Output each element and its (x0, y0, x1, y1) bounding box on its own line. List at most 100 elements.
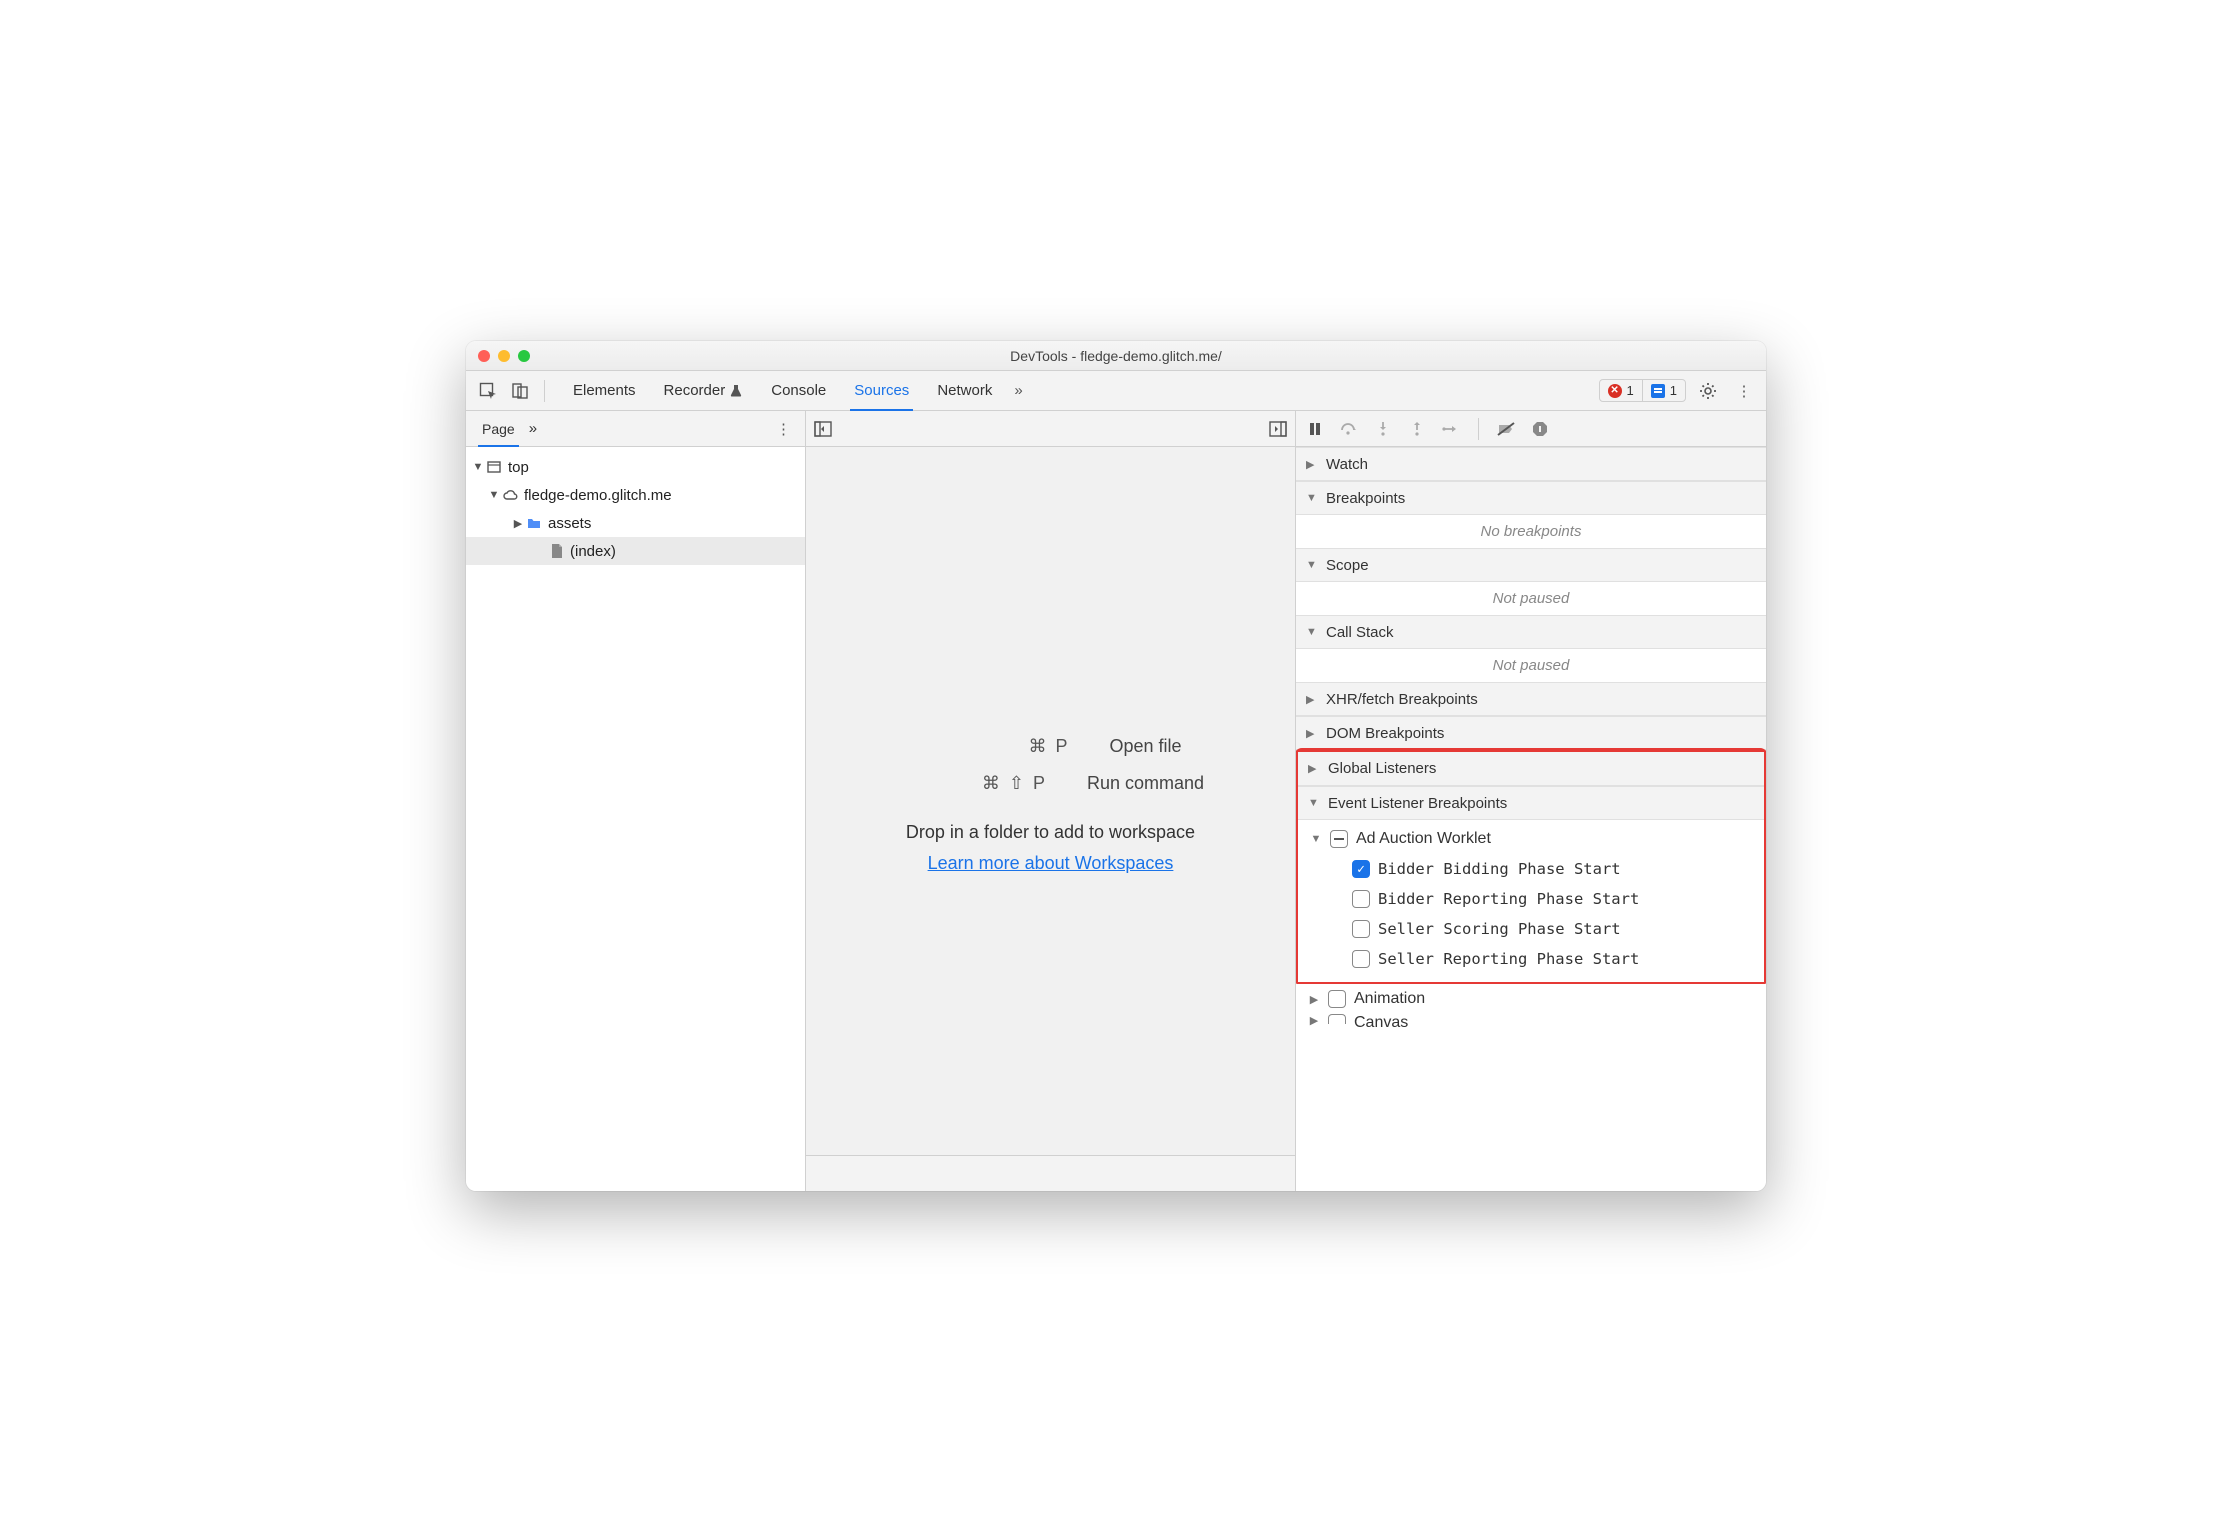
tree-folder-label: assets (548, 515, 591, 532)
show-debugger-icon[interactable] (1269, 421, 1287, 437)
disclosure-triangle-icon: ▼ (1308, 797, 1320, 809)
disclosure-triangle-icon: ▼ (1306, 626, 1318, 638)
step-icon[interactable] (1442, 422, 1460, 436)
step-over-icon[interactable] (1340, 422, 1358, 436)
navigator-tabs: Page » ⋮ (466, 411, 805, 447)
shortcut-desc: Open file (1109, 736, 1181, 757)
error-icon: ✕ (1608, 384, 1622, 398)
navigator-more-tabs-icon[interactable]: » (529, 420, 537, 437)
tree-file-index[interactable]: (index) (466, 537, 805, 565)
elb-item-label: Bidder Reporting Phase Start (1378, 890, 1639, 908)
disclosure-triangle-icon: ▼ (1306, 559, 1318, 571)
step-into-icon[interactable] (1374, 421, 1392, 437)
navigator-panel: Page » ⋮ ▼ top ▼ fledge-demo.glitch.me ▶ (466, 411, 806, 1191)
more-tabs-icon[interactable]: » (1006, 382, 1030, 399)
editor-toolbar (806, 411, 1295, 447)
window-title: DevTools - fledge-demo.glitch.me/ (466, 348, 1766, 364)
file-tree: ▼ top ▼ fledge-demo.glitch.me ▶ assets (466, 447, 805, 571)
separator (1478, 418, 1479, 440)
elb-group-canvas[interactable]: ▶ Canvas (1296, 1014, 1766, 1032)
tab-recorder-label: Recorder (664, 382, 726, 399)
section-label: Event Listener Breakpoints (1328, 795, 1507, 812)
messages-pill[interactable]: 1 (1642, 380, 1685, 401)
callstack-empty: Not paused (1296, 649, 1766, 682)
tab-elements[interactable]: Elements (559, 371, 650, 411)
tree-domain-label: fledge-demo.glitch.me (524, 487, 672, 504)
tab-recorder[interactable]: Recorder (650, 371, 758, 411)
elb-group-label: Ad Auction Worklet (1356, 830, 1491, 848)
editor-placeholder: ⌘ P Open file ⌘ ⇧ P Run command Drop in … (806, 447, 1295, 1155)
workspace-drop-hint: Drop in a folder to add to workspace (906, 822, 1195, 843)
section-label: Breakpoints (1326, 490, 1405, 507)
tree-domain[interactable]: ▼ fledge-demo.glitch.me (466, 481, 805, 509)
folder-icon (526, 515, 542, 531)
navigator-tab-page[interactable]: Page (474, 411, 523, 447)
scope-empty: Not paused (1296, 582, 1766, 615)
tree-top-frame[interactable]: ▼ top (466, 453, 805, 481)
pause-on-exceptions-icon[interactable] (1531, 421, 1549, 437)
elb-item-bidder-bidding[interactable]: Bidder Bidding Phase Start (1298, 854, 1764, 884)
workspaces-learn-more-link[interactable]: Learn more about Workspaces (928, 853, 1174, 874)
debugger-controls (1296, 411, 1766, 447)
section-watch[interactable]: ▶ Watch (1296, 447, 1766, 481)
deactivate-breakpoints-icon[interactable] (1497, 422, 1515, 436)
section-xhr-breakpoints[interactable]: ▶ XHR/fetch Breakpoints (1296, 682, 1766, 716)
section-global-listeners[interactable]: ▶ Global Listeners (1298, 752, 1764, 786)
inspect-element-icon[interactable] (474, 377, 502, 405)
editor-footer (806, 1155, 1295, 1191)
panel-tabs: Elements Recorder Console Sources Networ… (559, 371, 1031, 411)
frame-icon (486, 459, 502, 475)
pause-icon[interactable] (1306, 422, 1324, 436)
checkbox-icon[interactable] (1352, 920, 1370, 938)
disclosure-triangle-icon: ▶ (1308, 762, 1320, 775)
elb-item-bidder-reporting[interactable]: Bidder Reporting Phase Start (1298, 884, 1764, 914)
more-options-icon[interactable]: ⋮ (1730, 377, 1758, 405)
checkbox-checked-icon[interactable] (1352, 860, 1370, 878)
section-dom-breakpoints[interactable]: ▶ DOM Breakpoints (1296, 716, 1766, 750)
issue-counter[interactable]: ✕ 1 1 (1599, 379, 1686, 402)
disclosure-triangle-icon: ▶ (512, 517, 524, 530)
checkbox-icon[interactable] (1352, 890, 1370, 908)
flask-icon (729, 384, 743, 398)
checkbox-icon[interactable] (1328, 1014, 1346, 1024)
file-icon (550, 543, 564, 559)
section-event-listener-breakpoints[interactable]: ▼ Event Listener Breakpoints (1298, 786, 1764, 820)
breakpoints-empty: No breakpoints (1296, 515, 1766, 548)
elb-group-label: Animation (1354, 990, 1425, 1008)
disclosure-triangle-icon: ▶ (1308, 993, 1320, 1006)
show-navigator-icon[interactable] (814, 421, 832, 437)
elb-group-animation[interactable]: ▶ Animation (1296, 984, 1766, 1014)
elb-group-ad-auction-worklet[interactable]: ▼ Ad Auction Worklet (1298, 824, 1764, 854)
shortcut-run-command: ⌘ ⇧ P Run command (897, 773, 1204, 794)
cloud-icon (502, 487, 518, 503)
tree-folder-assets[interactable]: ▶ assets (466, 509, 805, 537)
elb-item-seller-reporting[interactable]: Seller Reporting Phase Start (1298, 944, 1764, 974)
elb-item-seller-scoring[interactable]: Seller Scoring Phase Start (1298, 914, 1764, 944)
elb-group-label: Canvas (1354, 1014, 1408, 1032)
step-out-icon[interactable] (1408, 421, 1426, 437)
tab-console[interactable]: Console (757, 371, 840, 411)
toolbar-right: ✕ 1 1 ⋮ (1599, 377, 1758, 405)
section-label: DOM Breakpoints (1326, 725, 1444, 742)
tab-network[interactable]: Network (923, 371, 1006, 411)
disclosure-triangle-icon: ▼ (1310, 833, 1322, 845)
checkbox-icon[interactable] (1328, 990, 1346, 1008)
section-scope[interactable]: ▼ Scope (1296, 548, 1766, 582)
disclosure-triangle-icon: ▼ (472, 461, 484, 473)
device-toolbar-icon[interactable] (506, 377, 534, 405)
separator (544, 380, 545, 402)
elb-item-label: Seller Reporting Phase Start (1378, 950, 1639, 968)
elb-content: ▼ Ad Auction Worklet Bidder Bidding Phas… (1298, 820, 1764, 982)
settings-icon[interactable] (1694, 377, 1722, 405)
section-breakpoints[interactable]: ▼ Breakpoints (1296, 481, 1766, 515)
disclosure-triangle-icon: ▶ (1306, 458, 1318, 471)
tab-sources[interactable]: Sources (840, 371, 923, 411)
navigator-options-icon[interactable]: ⋮ (770, 420, 797, 438)
errors-pill[interactable]: ✕ 1 (1600, 380, 1642, 401)
section-label: Watch (1326, 456, 1368, 473)
section-call-stack[interactable]: ▼ Call Stack (1296, 615, 1766, 649)
checkbox-icon[interactable] (1352, 950, 1370, 968)
main-toolbar: Elements Recorder Console Sources Networ… (466, 371, 1766, 411)
disclosure-triangle-icon: ▶ (1308, 1014, 1320, 1027)
checkbox-indeterminate-icon[interactable] (1330, 830, 1348, 848)
